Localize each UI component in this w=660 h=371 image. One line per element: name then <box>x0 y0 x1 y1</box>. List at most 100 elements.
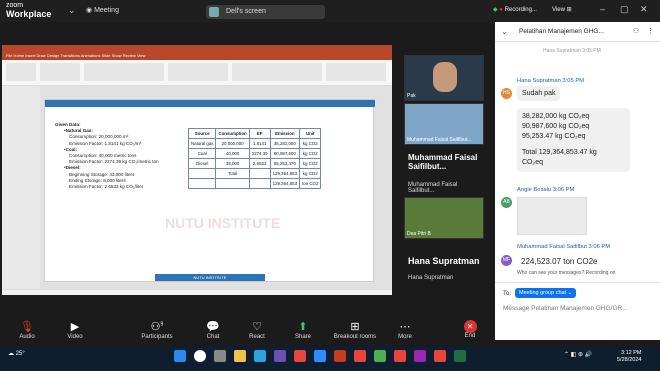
slide-footer: NUTU INSTITUTE <box>155 274 265 281</box>
msg-line: Total 129,364,853.47 kg <box>522 149 597 156</box>
chevron-down-icon[interactable]: ⌄ <box>68 5 76 16</box>
zoom-logo: zoom Workplace <box>6 2 51 19</box>
col-consumption: Consumption <box>215 128 250 139</box>
shared-screen: File Home Insert Draw Design Transitions… <box>2 45 392 295</box>
msg-sender: Muhammad Faisal Saifilbut 3:06 PM <box>517 244 611 250</box>
minimize-icon[interactable]: – <box>600 4 605 14</box>
recipient-value: Meeting group chat <box>519 290 567 296</box>
chat-panel: Pelatihan Manajemen GHG... ⌄ ⚇ ⋮ Hana Su… <box>495 22 660 340</box>
who-sees-note[interactable]: Who can see your messages? Recording on <box>517 270 615 276</box>
video-label: Video <box>67 334 83 340</box>
edge-icon[interactable] <box>254 350 266 362</box>
view-button[interactable]: View ⊞ <box>552 6 572 13</box>
table-cell: 2.6533 <box>248 158 271 169</box>
more-button[interactable]: ⋯ More <box>380 320 430 340</box>
meeting-label: Meeting <box>94 7 119 14</box>
more-icon[interactable]: ⋮ <box>647 27 654 35</box>
end-label: End <box>464 333 476 339</box>
share-button[interactable]: ⬆ Share <box>278 320 328 340</box>
table-cell: 36,282,000 <box>269 138 301 149</box>
participants-button[interactable]: ⚇9 Participants <box>132 320 182 340</box>
recording-indicator[interactable]: ◆ ● Recording... <box>493 6 537 13</box>
participant-subname: Hana Supratman <box>408 275 454 281</box>
tile-name: Dea Pitri B <box>407 231 431 237</box>
end-button[interactable]: ✕ End <box>445 320 495 339</box>
more-label: More <box>398 334 412 340</box>
table-cell: ton CO2 <box>299 178 322 189</box>
table-row: Total 129,364,853 kg CO2 <box>187 168 322 179</box>
table-cell: 95,253,470 <box>269 158 301 169</box>
people-icon[interactable]: ⚇ <box>633 27 639 35</box>
weather-widget[interactable]: ☁ 25° <box>8 350 25 357</box>
msg-text[interactable]: 224,523.07 ton CO2e <box>521 257 598 266</box>
audio-button[interactable]: 🎙 Audio <box>2 320 52 340</box>
screen-share-pill[interactable]: Dell's screen <box>206 5 325 19</box>
table-cell <box>248 178 271 189</box>
table-cell: 40,000 <box>215 148 250 159</box>
chat-button[interactable]: 💬 Chat <box>188 320 238 340</box>
zoom-icon[interactable] <box>314 350 326 362</box>
chrome-icon[interactable] <box>294 350 306 362</box>
msg-line: CO₂eq <box>522 159 544 166</box>
participant-name: Muhammad Faisal Saifilbut... <box>408 153 478 171</box>
brand-top: zoom <box>6 2 24 9</box>
table-cell: Diesel <box>187 158 217 169</box>
search-icon[interactable] <box>194 350 206 362</box>
table-cell: 35,000 <box>215 158 250 169</box>
chat-message[interactable]: Sudah pak <box>517 86 561 101</box>
table-row: 129,364,853 ton CO2 <box>187 178 322 189</box>
record-dot-icon: ● <box>499 7 503 13</box>
task-view-icon[interactable] <box>214 350 226 362</box>
chrome-icon[interactable] <box>394 350 406 362</box>
meeting-menu[interactable]: ◉ Meeting <box>86 6 119 14</box>
chevron-down-icon[interactable]: ⌄ <box>501 27 508 36</box>
breakout-button[interactable]: ⊞ Breakout rooms <box>325 320 385 340</box>
video-button[interactable]: ▶ Video <box>50 320 100 340</box>
heart-icon: ♡ <box>252 321 262 333</box>
participant-name: Hana Supratman <box>408 256 480 266</box>
clock[interactable]: 3:12 PM 5/28/2024 <box>617 350 641 364</box>
people-icon: ⚇9 <box>150 321 164 333</box>
ppt-status-bar <box>2 289 392 295</box>
mic-muted-icon: 🎙 <box>20 321 34 333</box>
table-cell: Natural gas <box>187 138 217 149</box>
table-cell: 90,987,600 <box>269 148 301 159</box>
chat-message[interactable]: 38,282,000 kg CO₂eq 90,987,600 kg CO₂eq … <box>517 108 630 172</box>
ribbon-group <box>40 63 80 81</box>
video-tile-dea[interactable]: Dea Pitri B <box>404 197 484 239</box>
start-icon[interactable] <box>174 350 186 362</box>
shared-image[interactable] <box>517 197 587 235</box>
video-tile-pak[interactable]: Pak <box>404 55 484 101</box>
msg-line: 95,253.47 kg CO₂eq <box>522 133 586 140</box>
chrome-icon[interactable] <box>434 350 446 362</box>
table-cell: 1.8141 <box>248 138 271 149</box>
maximize-icon[interactable]: ▢ <box>620 4 629 15</box>
tray-icons[interactable]: ⌃ ◧ ⊛ 🔊 <box>564 351 592 358</box>
react-button[interactable]: ♡ React <box>232 320 282 340</box>
view-label: View <box>552 7 565 13</box>
chrome-icon[interactable] <box>374 350 386 362</box>
audio-label: Audio <box>19 334 35 340</box>
msg-sender: Hana Supratman 3:05 PM <box>517 78 585 84</box>
participant-video <box>433 62 457 92</box>
recipient-select[interactable]: Meeting group chat ⌄ <box>515 288 577 298</box>
chat-icon: 💬 <box>206 321 220 333</box>
close-icon[interactable]: ✕ <box>640 4 648 15</box>
powerpoint-icon[interactable] <box>334 350 346 362</box>
table-row: Coal 40,000 2274.39 90,987,600 kg CO2 <box>187 148 322 159</box>
video-tile-faisal[interactable]: Muhammad Faisal Saifilbut... <box>404 103 484 145</box>
app-icon[interactable] <box>414 350 426 362</box>
ppt-ribbon <box>2 60 392 86</box>
chrome-icon[interactable] <box>354 350 366 362</box>
message-input[interactable]: Message Pelatihan Manajemen GHG/GR... <box>503 305 628 312</box>
file-explorer-icon[interactable] <box>234 350 246 362</box>
table-cell: 2274.39 <box>248 148 271 159</box>
given-data: Given Data: •Natural Gas: Consumption: 2… <box>55 122 159 190</box>
table-row: Diesel 35,000 2.6533 95,253,470 kg CO2 <box>187 158 322 169</box>
breakout-label: Breakout rooms <box>333 334 377 340</box>
excel-icon[interactable] <box>454 350 466 362</box>
table-cell: 20,000,000 <box>215 138 250 149</box>
teams-icon[interactable] <box>274 350 286 362</box>
col-source: Source <box>187 128 217 139</box>
ppt-ribbon-tabs: File Home Insert Draw Design Transitions… <box>2 52 392 60</box>
